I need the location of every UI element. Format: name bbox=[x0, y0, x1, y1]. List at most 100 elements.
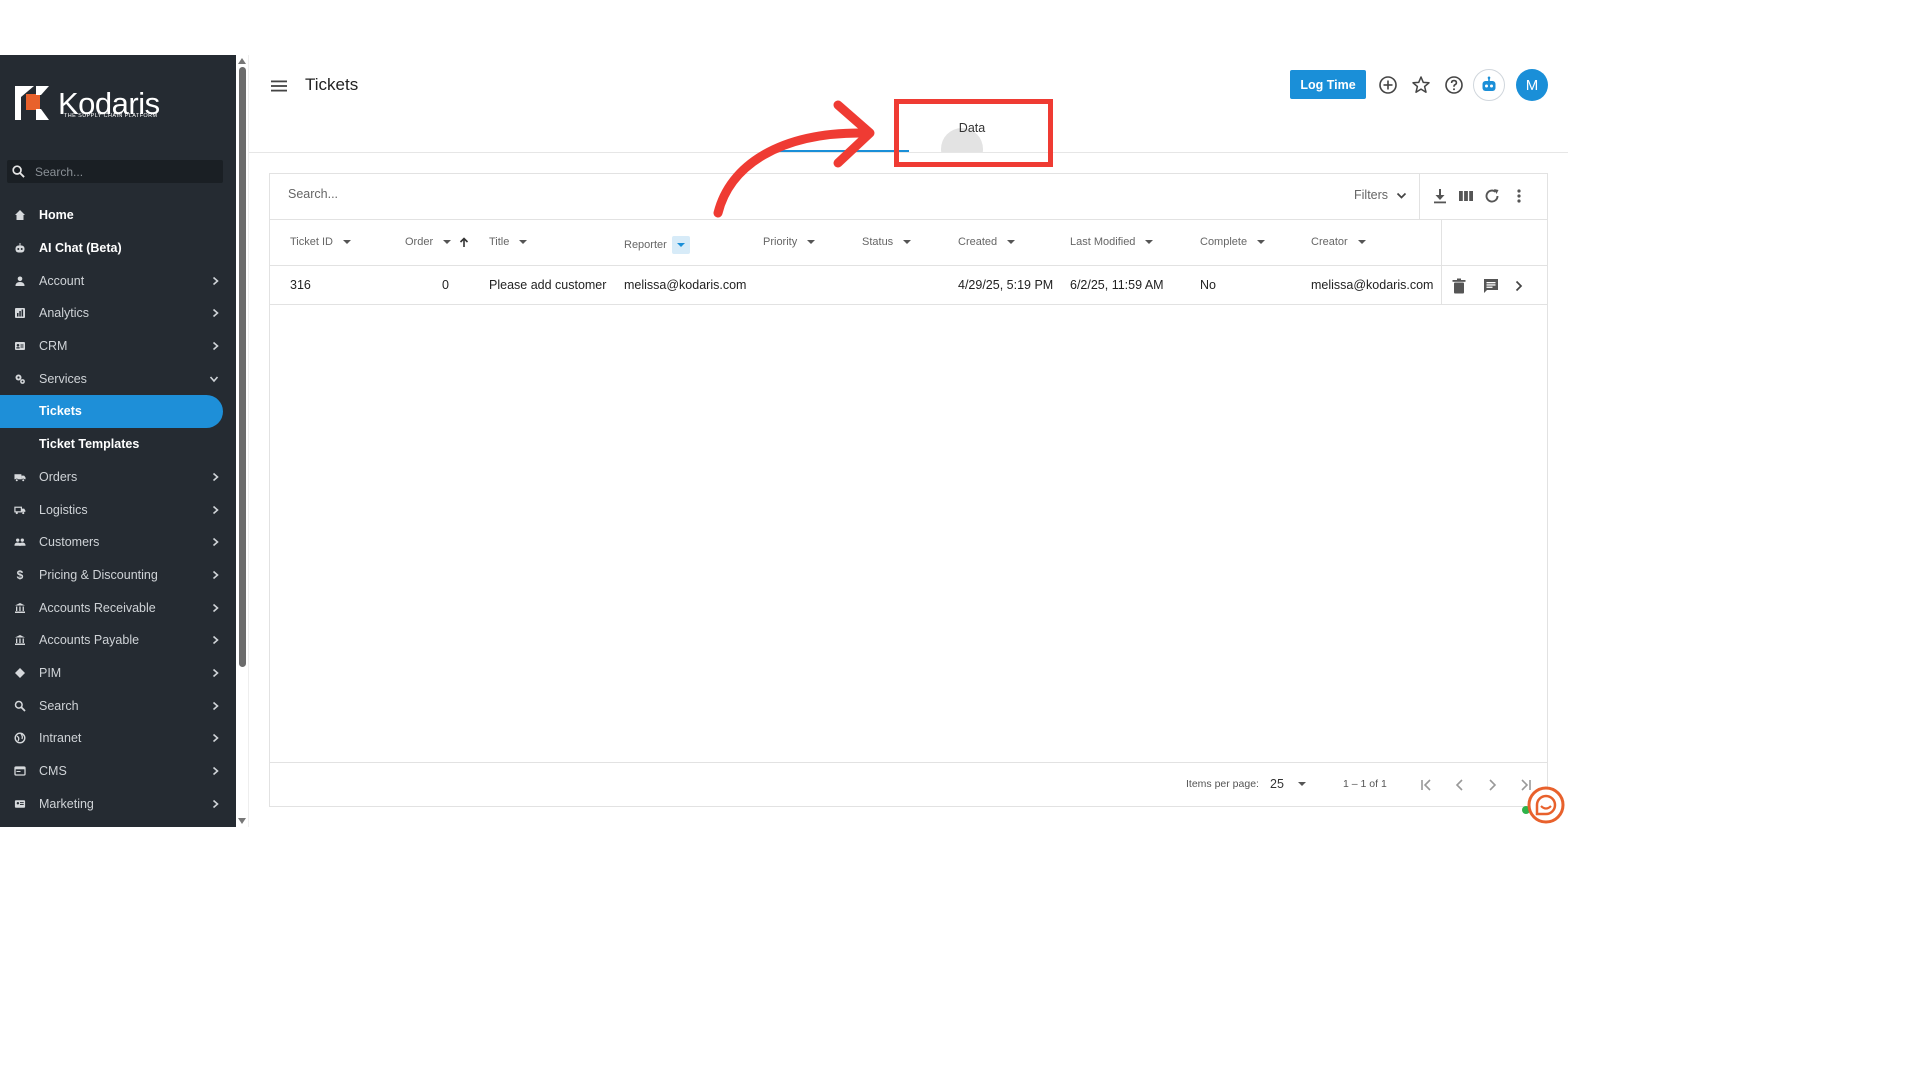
sidebar: Kodaris THE SUPPLY CHAIN PLATFORM Home A… bbox=[0, 55, 236, 827]
column-header-label: Title bbox=[489, 236, 510, 248]
sidebar-item-marketing[interactable]: Marketing bbox=[0, 787, 236, 820]
column-header-label: Reporter bbox=[624, 239, 667, 251]
column-header-creator[interactable]: Creator bbox=[1311, 236, 1366, 248]
tag-icon bbox=[14, 667, 26, 679]
column-header-label: Complete bbox=[1200, 236, 1248, 248]
actions-column-divider bbox=[1441, 219, 1442, 305]
sidebar-item-logistics[interactable]: Logistics bbox=[0, 493, 236, 526]
sidebar-item-pricing[interactable]: $ Pricing & Discounting bbox=[0, 559, 236, 592]
megaphone-icon bbox=[14, 798, 26, 810]
column-header-last-modified[interactable]: Last Modified bbox=[1070, 236, 1154, 248]
help-icon[interactable] bbox=[1444, 75, 1464, 95]
column-header-ticket-id[interactable]: Ticket ID bbox=[290, 236, 351, 248]
star-icon[interactable] bbox=[1411, 75, 1431, 95]
cell-order: 0 bbox=[442, 278, 449, 292]
sidebar-item-label: Analytics bbox=[39, 306, 90, 321]
analytics-icon bbox=[14, 307, 26, 319]
sidebar-item-accounts-payable[interactable]: Accounts Payable bbox=[0, 624, 236, 657]
cell-title: Please add customer bbox=[489, 278, 607, 292]
column-header-label: Last Modified bbox=[1070, 236, 1136, 248]
sidebar-item-label: Accounts Payable bbox=[39, 633, 140, 648]
sidebar-item-customers[interactable]: Customers bbox=[0, 526, 236, 559]
chevron-right-icon bbox=[212, 734, 219, 743]
sidebar-item-label: Account bbox=[39, 273, 85, 288]
chevron-right-icon bbox=[212, 505, 219, 514]
sort-caret-icon bbox=[343, 240, 351, 244]
dropdown-caret-icon bbox=[1297, 782, 1306, 786]
first-page-icon[interactable] bbox=[1418, 776, 1436, 794]
column-header-order[interactable]: Order bbox=[405, 236, 469, 248]
comment-icon[interactable] bbox=[1482, 277, 1500, 295]
sidebar-item-orders[interactable]: Orders bbox=[0, 461, 236, 494]
sidebar-item-crm[interactable]: CRM bbox=[0, 330, 236, 363]
chevron-right-icon bbox=[212, 276, 219, 285]
sidebar-item-intranet[interactable]: Intranet bbox=[0, 722, 236, 755]
chevron-right-icon bbox=[212, 701, 219, 710]
ai-assistant-button[interactable] bbox=[1473, 69, 1505, 101]
next-page-icon[interactable] bbox=[1483, 776, 1501, 794]
previous-page-icon[interactable] bbox=[1451, 776, 1469, 794]
sidebar-item-label: Pricing & Discounting bbox=[39, 567, 158, 582]
bank-icon bbox=[14, 602, 26, 614]
table-search-input[interactable] bbox=[288, 187, 688, 201]
sidebar-item-label: Intranet bbox=[39, 731, 82, 746]
sidebar-item-label: Orders bbox=[39, 469, 78, 484]
chevron-right-icon bbox=[212, 309, 219, 318]
column-header-complete[interactable]: Complete bbox=[1200, 236, 1266, 248]
scroll-up-arrow-icon[interactable] bbox=[238, 58, 246, 64]
delete-icon[interactable] bbox=[1450, 277, 1468, 295]
column-header-priority[interactable]: Priority bbox=[763, 236, 816, 248]
download-icon[interactable] bbox=[1431, 187, 1449, 205]
sidebar-item-services[interactable]: Services bbox=[0, 362, 236, 395]
dollar-icon: $ bbox=[16, 567, 24, 582]
column-menu-button[interactable] bbox=[671, 236, 690, 254]
sidebar-item-ai-chat[interactable]: AI Chat (Beta) bbox=[0, 232, 236, 265]
sidebar-item-search[interactable]: Search bbox=[0, 689, 236, 722]
sidebar-item-ticket-templates[interactable]: Ticket Templates bbox=[0, 428, 236, 461]
sidebar-item-label: Ticket Templates bbox=[39, 437, 140, 452]
sidebar-item-pim[interactable]: PIM bbox=[0, 657, 236, 690]
chevron-right-icon bbox=[212, 799, 219, 808]
user-avatar[interactable]: M bbox=[1516, 69, 1548, 101]
search-icon bbox=[7, 165, 29, 178]
sidebar-scrollbar[interactable] bbox=[236, 55, 249, 827]
scrollbar-thumb[interactable] bbox=[239, 67, 246, 667]
sidebar-search-input[interactable] bbox=[35, 164, 215, 179]
contact-card-icon bbox=[14, 340, 26, 352]
table-header-divider bbox=[270, 265, 1547, 266]
hamburger-menu-icon[interactable] bbox=[270, 77, 288, 95]
chat-launcher-icon[interactable] bbox=[1527, 786, 1565, 824]
cell-ticket-id: 316 bbox=[290, 278, 311, 292]
sort-caret-icon bbox=[1145, 240, 1154, 244]
sidebar-item-label: Services bbox=[39, 371, 87, 386]
scroll-down-arrow-icon[interactable] bbox=[238, 818, 246, 824]
column-header-status[interactable]: Status bbox=[862, 236, 912, 248]
column-header-reporter[interactable]: Reporter bbox=[624, 236, 690, 254]
globe-icon bbox=[14, 732, 26, 744]
sidebar-item-analytics[interactable]: Analytics bbox=[0, 297, 236, 330]
sidebar-item-tickets[interactable]: Tickets bbox=[0, 395, 223, 428]
sidebar-item-account[interactable]: Account bbox=[0, 264, 236, 297]
sidebar-item-cms[interactable]: CMS bbox=[0, 755, 236, 788]
filters-dropdown[interactable]: Filters bbox=[1354, 188, 1407, 202]
more-vert-icon[interactable] bbox=[1510, 187, 1528, 205]
columns-icon[interactable] bbox=[1457, 187, 1475, 205]
sidebar-item-accounts-receivable[interactable]: Accounts Receivable bbox=[0, 591, 236, 624]
cell-last-modified: 6/2/25, 11:59 AM bbox=[1070, 278, 1164, 292]
column-header-created[interactable]: Created bbox=[958, 236, 1016, 248]
table-row-divider bbox=[270, 304, 1547, 305]
sidebar-search[interactable] bbox=[7, 160, 223, 183]
search-icon bbox=[14, 700, 26, 712]
sidebar-item-home[interactable]: Home bbox=[0, 199, 236, 232]
kodaris-logo[interactable]: Kodaris THE SUPPLY CHAIN PLATFORM bbox=[14, 83, 160, 123]
shipping-icon bbox=[14, 504, 26, 516]
column-header-title[interactable]: Title bbox=[489, 236, 528, 248]
items-per-page-select[interactable]: 25 bbox=[1270, 777, 1306, 791]
refresh-icon[interactable] bbox=[1483, 187, 1501, 205]
add-circle-icon[interactable] bbox=[1378, 75, 1398, 95]
column-header-label: Order bbox=[405, 236, 434, 248]
chevron-right-icon[interactable] bbox=[1510, 277, 1528, 295]
log-time-button[interactable]: Log Time bbox=[1290, 70, 1366, 99]
chevron-right-icon bbox=[212, 472, 219, 481]
truck-icon bbox=[14, 471, 26, 483]
